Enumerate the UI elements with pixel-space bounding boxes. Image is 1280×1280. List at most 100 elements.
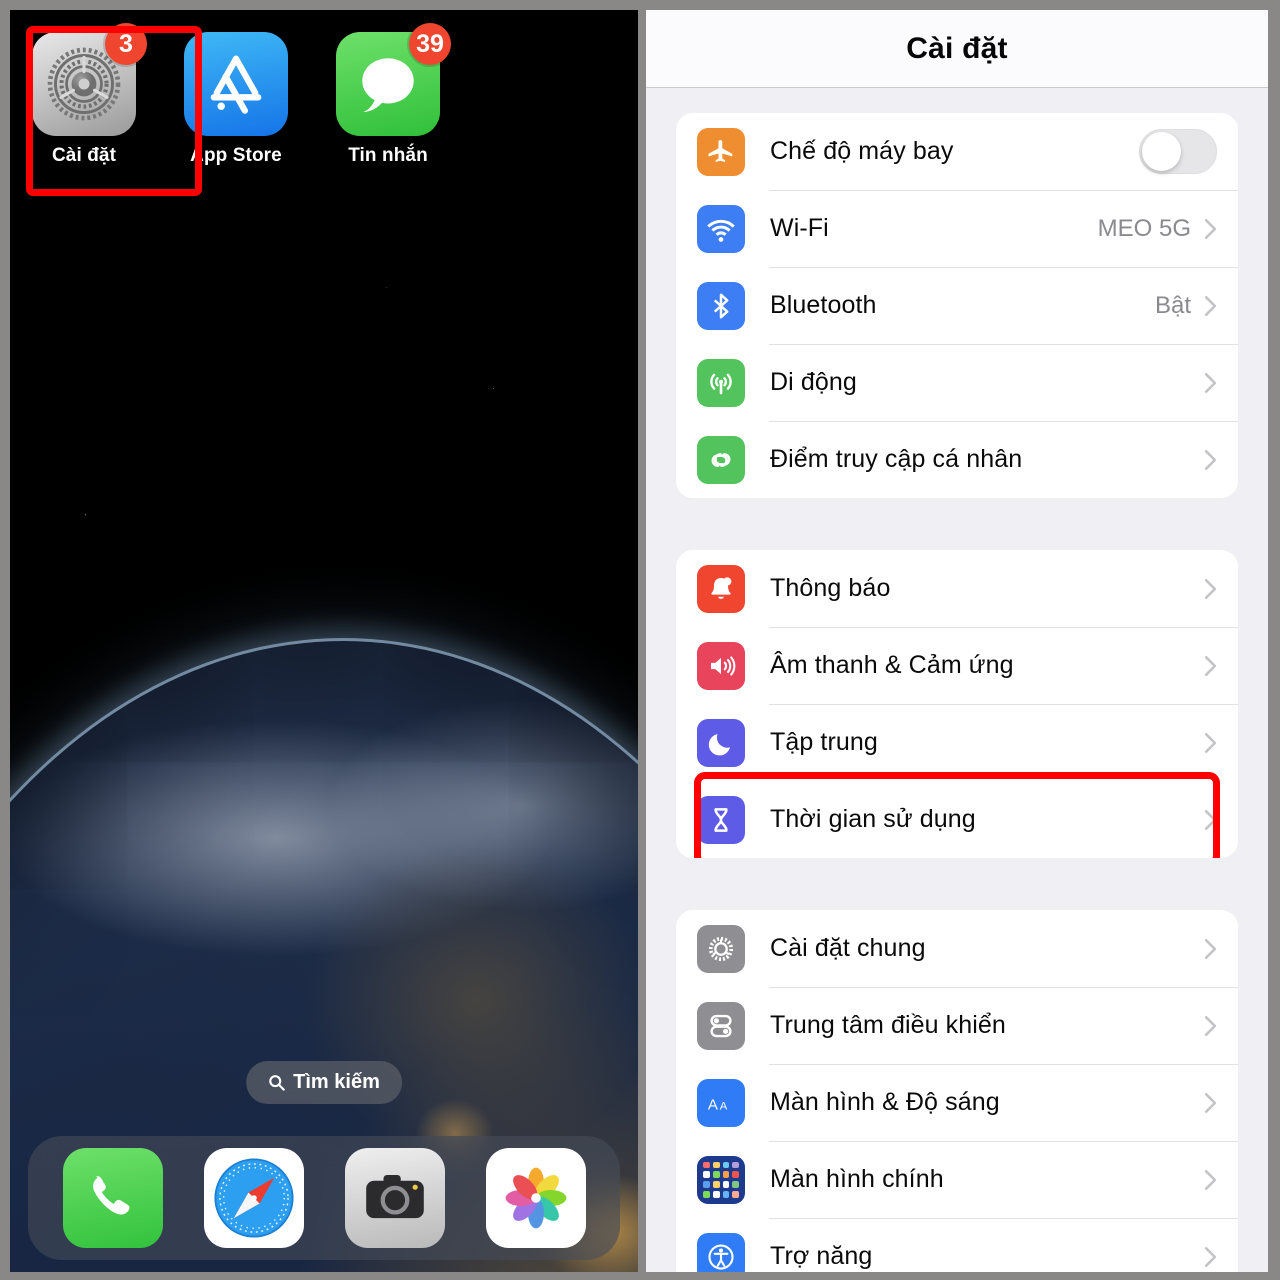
- settings-group-system: Cài đặt chung Trung tâm điều khiển A A M…: [676, 910, 1238, 1272]
- hourglass-icon: [697, 795, 745, 844]
- cellular-icon: [697, 358, 745, 407]
- app-store-icon[interactable]: [184, 32, 288, 136]
- settings-row-label: Trợ năng: [770, 1242, 873, 1270]
- settings-row-label: Tập trung: [770, 728, 878, 756]
- home-app-settings[interactable]: 3 Cài đặt: [32, 23, 147, 167]
- settings-row-accessory: [1204, 372, 1217, 394]
- settings-row-accessory: [1204, 732, 1217, 754]
- settings-row-accessory: [1204, 1169, 1217, 1191]
- home-dock: [28, 1136, 620, 1260]
- settings-row-accessory: [1204, 1092, 1217, 1114]
- focus-moon-icon: [697, 718, 745, 767]
- settings-row-label: Thông báo: [770, 574, 891, 602]
- home-app-label-settings: Cài đặt: [51, 145, 117, 166]
- bluetooth-icon: [697, 281, 745, 330]
- chevron-right-icon: [1204, 809, 1217, 831]
- settings-group-notifications: Thông báo Âm thanh & Cảm ứng Tập trung T…: [676, 550, 1238, 858]
- chevron-right-icon: [1204, 732, 1217, 754]
- iphone-home-screen: 3 Cài đặt App Store 39 Tin nhắn Tìm kiếm: [10, 10, 638, 1272]
- svg-text:A: A: [708, 1096, 718, 1113]
- settings-row-wifi[interactable]: Wi-Fi MEO 5G: [676, 190, 1238, 267]
- chevron-right-icon: [1204, 1015, 1217, 1037]
- home-search-label: Tìm kiếm: [293, 1071, 380, 1093]
- wifi-icon: [697, 204, 745, 253]
- settings-row-accessory: [1204, 1015, 1217, 1037]
- home-app-grid: 3 Cài đặt App Store 39 Tin nhắn: [10, 23, 638, 167]
- home-screen-icon: [697, 1155, 745, 1204]
- chevron-right-icon: [1204, 295, 1217, 317]
- settings-row-accessory: [1204, 1246, 1217, 1268]
- chevron-right-icon: [1204, 1169, 1217, 1191]
- home-screen-icon-grid: [697, 1156, 745, 1204]
- settings-row-control-center[interactable]: Trung tâm điều khiển: [676, 987, 1238, 1064]
- settings-row-accessory: [1204, 809, 1217, 831]
- dock-photos-icon[interactable]: [485, 1148, 586, 1248]
- svg-text:A: A: [720, 1100, 728, 1112]
- settings-row-cellular[interactable]: Di động: [676, 344, 1238, 421]
- settings-row-label: Điểm truy cập cá nhân: [770, 445, 1023, 473]
- settings-row-accessory: [1139, 129, 1217, 174]
- settings-badge: 3: [105, 23, 147, 65]
- settings-row-screen-time[interactable]: Thời gian sử dụng: [676, 772, 1238, 858]
- chevron-right-icon: [1204, 449, 1217, 471]
- home-search-pill[interactable]: Tìm kiếm: [246, 1061, 402, 1104]
- messages-badge: 39: [409, 23, 451, 65]
- settings-row-display-brightness[interactable]: A A Màn hình & Độ sáng: [676, 1064, 1238, 1141]
- toggle-knob: [1142, 132, 1181, 171]
- chevron-right-icon: [1204, 1246, 1217, 1268]
- hotspot-icon: [697, 435, 745, 484]
- settings-row-accessory: MEO 5G: [1098, 215, 1217, 243]
- settings-row-accessory: [1204, 578, 1217, 600]
- settings-row-label: Âm thanh & Cảm ứng: [770, 651, 1014, 679]
- settings-row-accessory: [1204, 655, 1217, 677]
- settings-row-accessory: Bật: [1155, 292, 1217, 320]
- chevron-right-icon: [1204, 372, 1217, 394]
- chevron-right-icon: [1204, 218, 1217, 240]
- home-app-messages[interactable]: 39 Tin nhắn: [336, 23, 451, 167]
- settings-row-label: Màn hình chính: [770, 1165, 944, 1193]
- settings-row-general[interactable]: Cài đặt chung: [676, 910, 1238, 987]
- settings-navbar: Cài đặt: [646, 10, 1268, 88]
- settings-group-connectivity: Chế độ máy bay Wi-Fi MEO 5G Bluetooth Bậ…: [676, 113, 1238, 498]
- settings-row-label: Thời gian sử dụng: [770, 805, 976, 833]
- settings-row-bluetooth[interactable]: Bluetooth Bật: [676, 267, 1238, 344]
- settings-row-label: Wi-Fi: [770, 214, 829, 242]
- settings-row-label: Bluetooth: [770, 291, 877, 319]
- settings-row-personal-hotspot[interactable]: Điểm truy cập cá nhân: [676, 421, 1238, 498]
- chevron-right-icon: [1204, 578, 1217, 600]
- settings-row-label: Màn hình & Độ sáng: [770, 1088, 1000, 1116]
- settings-row-label: Cài đặt chung: [770, 934, 926, 962]
- chevron-right-icon: [1204, 1092, 1217, 1114]
- home-app-label-messages: Tin nhắn: [348, 145, 428, 166]
- home-app-label-app-store: App Store: [190, 145, 282, 166]
- settings-row-label: Trung tâm điều khiển: [770, 1011, 1006, 1039]
- search-icon: [269, 1075, 285, 1091]
- settings-row-label: Di động: [770, 368, 857, 396]
- settings-row-sounds-haptics[interactable]: Âm thanh & Cảm ứng: [676, 627, 1238, 704]
- general-gear-icon: [697, 924, 745, 973]
- wifi-network-value: MEO 5G: [1097, 214, 1191, 242]
- settings-scroll-area[interactable]: Chế độ máy bay Wi-Fi MEO 5G Bluetooth Bậ…: [646, 88, 1268, 1272]
- settings-row-notifications[interactable]: Thông báo: [676, 550, 1238, 627]
- settings-row-home-screen[interactable]: Màn hình chính: [676, 1141, 1238, 1218]
- accessibility-icon: [697, 1232, 745, 1272]
- settings-row-accessory: [1204, 938, 1217, 960]
- settings-row-accessibility[interactable]: Trợ năng: [676, 1218, 1238, 1272]
- settings-row-label: Chế độ máy bay: [770, 137, 954, 165]
- chevron-right-icon: [1204, 655, 1217, 677]
- airplane-mode-toggle[interactable]: [1139, 129, 1217, 174]
- chevron-right-icon: [1204, 938, 1217, 960]
- sound-speaker-icon: [697, 641, 745, 690]
- settings-row-airplane-mode[interactable]: Chế độ máy bay: [676, 113, 1238, 190]
- notifications-bell-icon: [697, 564, 745, 613]
- dock-camera-icon[interactable]: [344, 1148, 445, 1248]
- display-brightness-icon: A A: [697, 1078, 745, 1127]
- settings-row-focus[interactable]: Tập trung: [676, 704, 1238, 781]
- dock-phone-icon[interactable]: [62, 1148, 163, 1248]
- dock-safari-icon[interactable]: [203, 1148, 304, 1248]
- control-center-icon: [697, 1001, 745, 1050]
- bluetooth-state-value: Bật: [1154, 291, 1191, 319]
- airplane-icon: [697, 127, 745, 176]
- home-app-app-store[interactable]: App Store: [184, 32, 288, 167]
- settings-row-accessory: [1204, 449, 1217, 471]
